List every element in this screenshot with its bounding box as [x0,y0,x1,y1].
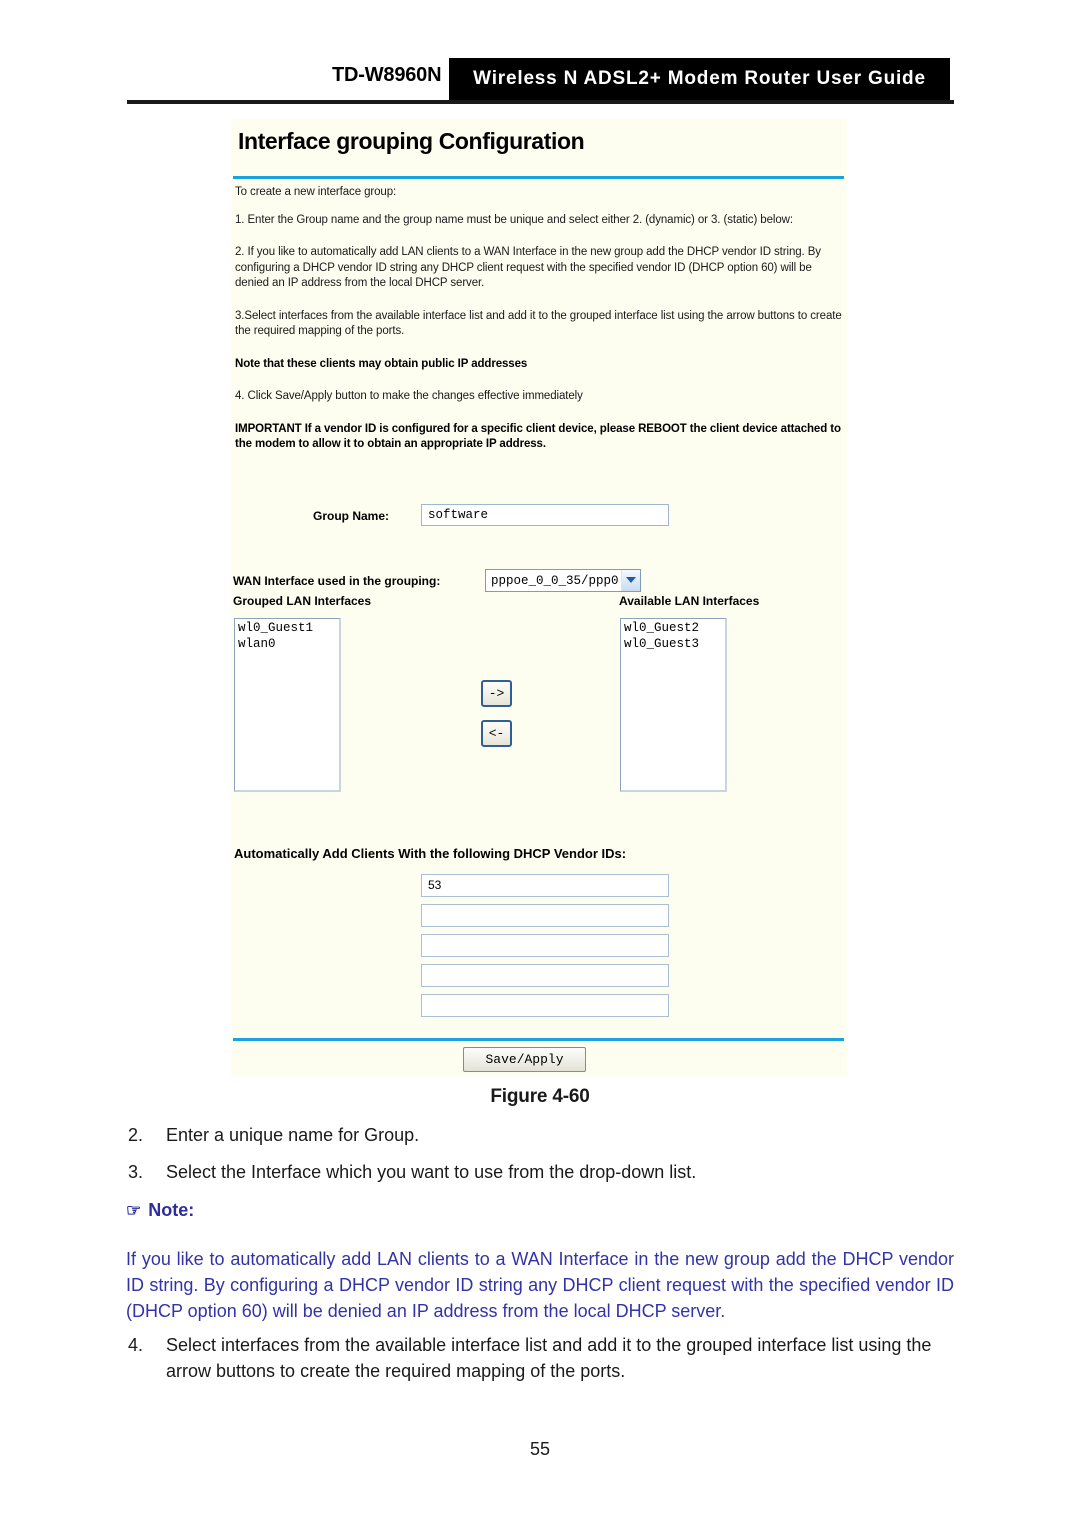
figure-panel-title: Interface grouping Configuration [238,128,585,154]
group-name-label: Group Name: [313,509,390,523]
list-item[interactable]: wl0_Guest2 [624,621,725,637]
available-lan-interfaces-listbox[interactable]: wl0_Guest2 wl0_Guest3 [620,618,727,792]
chevron-down-icon[interactable] [621,570,640,591]
group-name-row: Group Name: software [231,504,847,534]
note-heading: ☞ Note: [126,1200,194,1221]
list-item[interactable]: wlan0 [238,637,339,653]
figure-step-2: 2. If you like to automatically add LAN … [235,246,821,289]
figure-step-4: 4. Click Save/Apply button to make the c… [235,390,583,402]
doc-step-4: 4. Select interfaces from the available … [128,1332,958,1384]
dhcp-vendor-id-input-4[interactable] [421,964,669,987]
dhcp-vendor-id-input-1[interactable]: 53 [421,874,669,897]
grouped-lan-interfaces-listbox[interactable]: wl0_Guest1 wlan0 [234,618,341,792]
dhcp-vendor-id-input-5[interactable] [421,994,669,1017]
figure-step-3: 3.Select interfaces from the available i… [235,309,842,338]
wan-interface-selected-value: pppoe_0_0_35/ppp0 [491,574,619,588]
grouped-lan-interfaces-label: Grouped LAN Interfaces [233,594,372,608]
save-apply-button[interactable]: Save/Apply [463,1047,586,1072]
wan-interface-label: WAN Interface used in the grouping: [233,574,441,588]
figure-instructions: To create a new interface group: 1. Ente… [235,185,843,453]
dhcp-vendor-ids-label: Automatically Add Clients With the follo… [234,846,627,861]
list-item[interactable]: wl0_Guest3 [624,637,725,653]
header-title-banner: Wireless N ADSL2+ Modem Router User Guid… [449,58,950,100]
header-banner-title: Wireless N ADSL2+ Modem Router User Guid… [473,68,926,89]
move-left-button[interactable]: <- [481,720,512,747]
dhcp-vendor-id-input-3[interactable] [421,934,669,957]
note-label: Note: [148,1200,195,1220]
figure-intro-text: To create a new interface group: [235,186,397,198]
doc-step-3: 3. Select the Interface which you want t… [128,1159,958,1185]
wan-interface-select[interactable]: pppoe_0_0_35/ppp0 [485,569,641,592]
figure-caption: Figure 4-60 [490,1086,590,1107]
move-right-button[interactable]: -> [481,680,512,707]
figure-public-ip-note: Note that these clients may obtain publi… [235,357,528,370]
doc-step-2-text: Enter a unique name for Group. [166,1125,420,1145]
doc-step-2-marker: 2. [128,1125,144,1145]
figure-important-note: IMPORTANT If a vendor ID is configured f… [235,422,841,451]
group-name-input[interactable]: software [421,504,669,526]
figure-step-1: 1. Enter the Group name and the group na… [235,213,793,226]
page-header: TD-W8960N Wireless N ADSL2+ Modem Router… [0,0,1080,110]
doc-step-3-marker: 3. [128,1162,144,1182]
figure-top-divider [233,176,844,179]
figure-bottom-divider [233,1038,844,1041]
doc-step-3-text: Select the Interface which you want to u… [166,1162,697,1182]
page-number: 55 [529,1439,551,1459]
note-body-text: If you like to automatically add LAN cli… [126,1249,954,1321]
available-lan-interfaces-label: Available LAN Interfaces [619,594,760,608]
list-item[interactable]: wl0_Guest1 [238,621,339,637]
doc-step-2: 2. Enter a unique name for Group. [128,1122,958,1148]
doc-step-4-marker: 4. [128,1335,144,1355]
header-model-name: TD-W8960N [332,64,442,86]
dhcp-vendor-id-input-2[interactable] [421,904,669,927]
figure-interface-grouping-configuration: Interface grouping Configuration To crea… [231,119,847,1076]
pointing-hand-icon: ☞ [126,1201,142,1220]
wan-interface-row: WAN Interface used in the grouping: pppo… [231,569,847,597]
header-divider [127,100,954,104]
doc-step-4-text: Select interfaces from the available int… [166,1335,932,1381]
